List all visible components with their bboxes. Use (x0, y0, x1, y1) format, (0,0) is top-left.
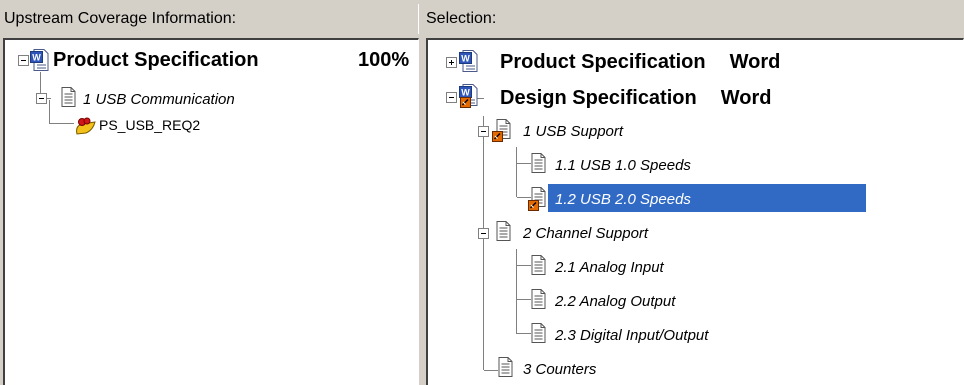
document-type: Word (720, 86, 772, 109)
page-icon (498, 357, 513, 377)
tree-item-label: Design Specification (500, 86, 697, 109)
coverage-percent: 100% (358, 49, 410, 71)
collapse-toggle[interactable] (36, 93, 47, 104)
tree-item-digital-input-output[interactable]: 2.3 Digital Input/Output (555, 320, 708, 350)
tree-item-label: 2 Channel Support (523, 224, 649, 242)
collapse-toggle[interactable] (18, 55, 29, 66)
page-icon (496, 221, 511, 241)
page-icon (531, 255, 546, 275)
tree-item-ps-usb-req2[interactable]: PS_USB_REQ2 (99, 110, 200, 140)
tree-item-usb-2-0-speeds[interactable]: 1.2 USB 2.0 Speeds (555, 184, 691, 214)
tree-item-counters[interactable]: 3 Counters (523, 354, 596, 384)
tree-item-analog-input[interactable]: 2.1 Analog Input (555, 252, 664, 282)
tree-line (516, 147, 517, 197)
panel-splitter[interactable] (419, 38, 426, 385)
tree-line (517, 333, 531, 334)
tree-item-label: 3 Counters (523, 360, 597, 378)
linked-badge-icon (528, 200, 539, 211)
upstream-coverage-header: Upstream Coverage Information: (0, 4, 419, 34)
collapse-toggle[interactable] (478, 228, 489, 239)
tree-item-label: Product Specification (53, 48, 259, 71)
tree-line (50, 123, 74, 124)
tree-item-label: 2.1 Analog Input (555, 258, 664, 276)
tree-line (484, 370, 498, 371)
tree-line (516, 249, 517, 334)
tree-item-label: Product Specification (500, 50, 706, 73)
document-type: Word (729, 50, 781, 73)
tree-item-channel-support[interactable]: 2 Channel Support (523, 218, 648, 248)
tree-item-analog-output[interactable]: 2.2 Analog Output (555, 286, 675, 316)
page-icon (531, 153, 546, 173)
tree-item-label: 1 USB Support (523, 122, 624, 140)
tree-line (517, 197, 531, 198)
tree-line (517, 163, 531, 164)
page-icon (531, 289, 546, 309)
tree-line (40, 72, 41, 94)
expand-toggle[interactable] (446, 57, 457, 68)
tree-item-design-specification[interactable]: Design Specification Word (500, 83, 771, 113)
word-document-icon (459, 50, 478, 72)
tree-item-label: 1 USB Communication (83, 90, 235, 108)
selection-tree[interactable]: Product Specification Word Design Specif… (426, 38, 964, 385)
collapse-toggle[interactable] (446, 92, 457, 103)
tree-item-usb-support[interactable]: 1 USB Support (523, 116, 623, 146)
page-icon (61, 87, 76, 107)
tree-item-label: PS_USB_REQ2 (99, 117, 201, 133)
tree-line (49, 100, 50, 124)
linked-badge-icon (460, 97, 471, 108)
tree-item-product-specification[interactable]: Product Specification (53, 45, 259, 75)
word-document-icon (30, 49, 49, 71)
upstream-coverage-tree[interactable]: Product Specification 100% 1 USB Communi… (3, 38, 419, 385)
selection-header: Selection: (422, 4, 964, 34)
tree-line (517, 265, 531, 266)
tree-line (517, 299, 531, 300)
requirement-icon (76, 117, 96, 135)
tree-line (483, 116, 484, 370)
tree-item-label: 2.2 Analog Output (555, 292, 676, 310)
linked-badge-icon (492, 131, 503, 142)
tree-item-label: 1.2 USB 2.0 Speeds (555, 190, 691, 208)
tree-item-product-specification[interactable]: Product Specification Word (500, 47, 780, 77)
tree-item-usb-1-0-speeds[interactable]: 1.1 USB 1.0 Speeds (555, 150, 691, 180)
collapse-toggle[interactable] (478, 126, 489, 137)
page-icon (531, 323, 546, 343)
tree-item-label: 1.1 USB 1.0 Speeds (555, 156, 691, 174)
tree-item-label: 2.3 Digital Input/Output (555, 326, 709, 344)
traceability-window: Upstream Coverage Information: Selection… (0, 0, 964, 385)
